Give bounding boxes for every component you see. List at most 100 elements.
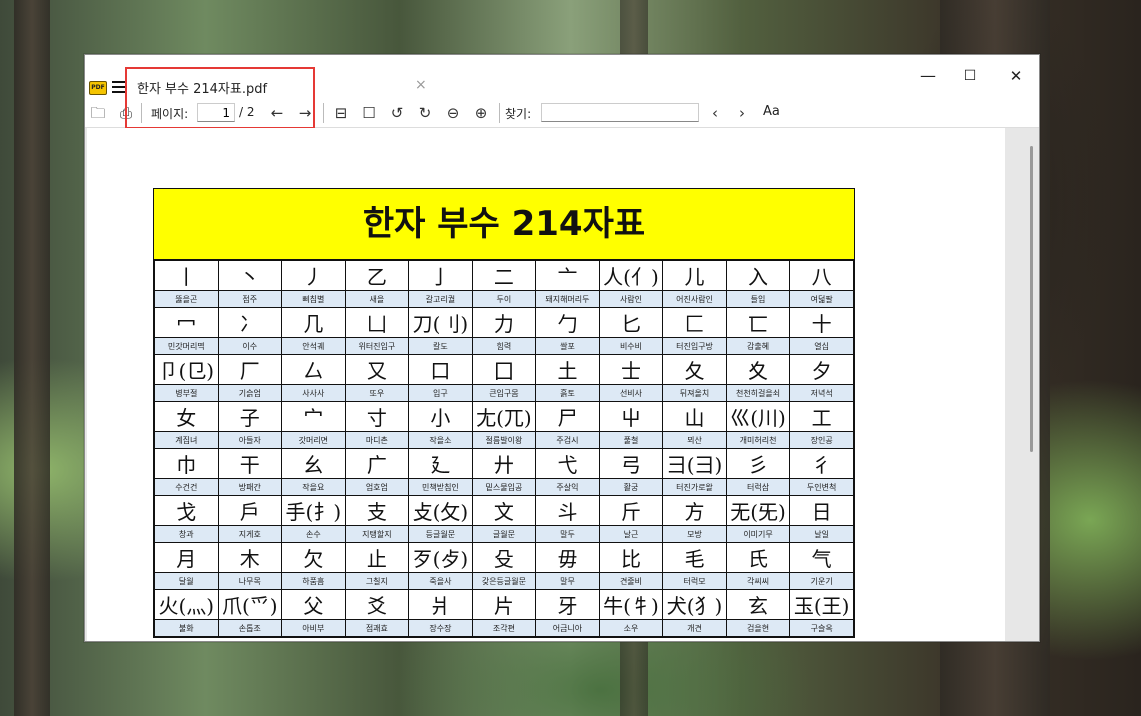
radical-name: 돼지해머리두: [535, 290, 600, 308]
fit-width-icon[interactable]: ⊟: [331, 103, 351, 123]
radical-char: 屮: [598, 401, 664, 432]
radical-name: 밑스물입공: [471, 478, 537, 496]
radical-char-row: 冖冫几凵刀(刂) 力勹匕匚匸十: [154, 307, 854, 338]
zoom-in-icon[interactable]: ⊕: [471, 103, 491, 123]
next-page-arrow-icon[interactable]: →: [295, 103, 315, 123]
app-pdf-icon: PDF: [89, 81, 107, 95]
radical-char: 戶: [217, 495, 283, 526]
radical-name: 터진가로왈: [662, 478, 727, 496]
radical-name-row: 계집녀 아들자 갓머리면 마디촌 작을소 절름발이왕 주검시 풀철 뫼산 개미허리천 장인공: [154, 431, 854, 449]
radical-char: 殳: [471, 542, 537, 573]
radical-name: 작을요: [281, 478, 346, 496]
radical-char: 斤: [598, 495, 664, 526]
radical-name: 개견: [662, 619, 727, 637]
radical-char: 寸: [344, 401, 410, 432]
radical-char: 攴(攵): [408, 495, 473, 526]
radical-name: 점주: [217, 290, 283, 308]
radical-name: 갈고리궐: [408, 290, 473, 308]
tab-title: 한자 부수 214자표.pdf: [137, 82, 268, 97]
radical-name: 갖은등글월문: [471, 572, 537, 590]
radical-name: 민갓머리멱: [154, 337, 219, 355]
radical-name-row: 뚫을곤 점주 삐침별 새을 갈고리궐 두이 돼지해머리두 사람인 어진사람인 들입 여덟팔: [154, 290, 854, 308]
pdf-page: 한자 부수 214자표 丨丶丿乙亅二亠人(亻) 儿入八 뚫을곤 점주 삐침별 새을 갈고리궐…: [87, 128, 1005, 641]
radical-char: 儿: [662, 260, 727, 291]
open-folder-icon[interactable]: 🗀: [88, 103, 108, 123]
document-tab[interactable]: 한자 부수 214자표.pdf ×: [127, 67, 437, 97]
radical-char: 亅: [408, 260, 473, 291]
radical-char: 匸: [725, 307, 791, 338]
radical-name: 장인공: [789, 431, 854, 449]
radical-char: 廴: [408, 448, 473, 479]
radical-name-row: 달월 나무목 하품흠 그칠지 죽을사 갖은등글월문 말무 견줄비 터럭모 각씨씨 기운기: [154, 572, 854, 590]
radical-name: 열십: [789, 337, 854, 355]
radical-name: 소우: [598, 619, 664, 637]
radical-name: 뒤져올치: [662, 384, 727, 402]
document-viewport[interactable]: 한자 부수 214자표 丨丶丿乙亅二亠人(亻) 儿入八 뚫을곤 점주 삐침별 새을 갈고리궐…: [85, 128, 1039, 641]
maximize-button[interactable]: ☐: [955, 65, 985, 87]
radical-char: 力: [471, 307, 537, 338]
radical-name: 엄호엄: [344, 478, 410, 496]
page-number-input[interactable]: [197, 103, 235, 122]
radical-name: 각씨씨: [725, 572, 791, 590]
close-button[interactable]: ✕: [1001, 65, 1031, 87]
radical-char-row: 巾干幺广廴廾弋弓彐(⺕) 彡彳: [154, 448, 854, 479]
radical-char: 厶: [281, 354, 346, 385]
radical-char: 勹: [535, 307, 600, 338]
find-previous-chevron-icon[interactable]: ‹: [705, 103, 725, 123]
previous-page-arrow-icon[interactable]: ←: [267, 103, 287, 123]
zoom-out-icon[interactable]: ⊖: [443, 103, 463, 123]
radical-name: 말무: [535, 572, 600, 590]
radical-char: 亠: [535, 260, 600, 291]
radical-char: 爻: [344, 589, 410, 620]
radical-char: 丶: [217, 260, 283, 291]
radical-char: 凵: [344, 307, 410, 338]
radical-char: 无(旡): [725, 495, 791, 526]
find-input[interactable]: [541, 103, 699, 122]
radical-name: 병부절: [154, 384, 219, 402]
toolbar: 🗀 ⎙ 페이지: / 2 ← → ⊟ ☐ ↺ ↻ ⊖ ⊕ 찾기: ‹ › Aa: [85, 99, 1039, 128]
radical-char: 干: [217, 448, 283, 479]
radical-name: 창과: [154, 525, 219, 543]
radical-char: 工: [789, 401, 854, 432]
radical-name: 불화: [154, 619, 219, 637]
hamburger-menu-icon[interactable]: [112, 81, 125, 93]
radical-char: 土: [535, 354, 600, 385]
minimize-button[interactable]: —: [913, 65, 943, 87]
match-case-toggle[interactable]: Aa: [763, 104, 780, 119]
pdf-viewer-window: PDF 한자 부수 214자표.pdf × — ☐ ✕ 🗀 ⎙ 페이지: / 2…: [84, 54, 1040, 642]
radical-name: 구슬옥: [789, 619, 854, 637]
radical-char: 氏: [725, 542, 791, 573]
radical-table: 丨丶丿乙亅二亠人(亻) 儿入八 뚫을곤 점주 삐침별 새을 갈고리궐 두이 돼지해머리두 사람인 어…: [154, 260, 854, 637]
find-next-chevron-icon[interactable]: ›: [732, 103, 752, 123]
radical-name: 들입: [725, 290, 791, 308]
background-tree-trunk: [14, 0, 50, 716]
radical-name: 방패간: [217, 478, 283, 496]
radical-char: 子: [217, 401, 283, 432]
radical-char: 爿: [408, 589, 473, 620]
radical-name: 손수: [281, 525, 346, 543]
radical-char: 小: [408, 401, 473, 432]
radical-char: 士: [598, 354, 664, 385]
radical-name: 아들자: [217, 431, 283, 449]
radical-char: 爪(爫): [217, 589, 283, 620]
radical-name: 수건건: [154, 478, 219, 496]
radical-name: 이수: [217, 337, 283, 355]
radical-name: 힘력: [471, 337, 537, 355]
radical-char: 尢(兀): [471, 401, 537, 432]
radical-name: 그칠지: [344, 572, 410, 590]
radical-char: 尸: [535, 401, 600, 432]
print-icon[interactable]: ⎙: [116, 103, 136, 123]
rotate-left-icon[interactable]: ↺: [387, 103, 407, 123]
radical-char: 又: [344, 354, 410, 385]
radical-name: 뚫을곤: [154, 290, 219, 308]
radical-char: 入: [725, 260, 791, 291]
vertical-scrollbar[interactable]: [1030, 146, 1033, 452]
radical-name: 견줄비: [598, 572, 664, 590]
rotate-right-icon[interactable]: ↻: [415, 103, 435, 123]
radical-name: 아비부: [281, 619, 346, 637]
radical-char-row: 丨丶丿乙亅二亠人(亻) 儿入八: [154, 260, 854, 291]
radical-name-row: 민갓머리멱 이수 안석궤 위터진입구 칼도 힘력 쌀포 비수비 터진입구방 감출혜 열십: [154, 337, 854, 355]
tab-close-icon[interactable]: ×: [415, 77, 427, 93]
radical-table-document: 한자 부수 214자표 丨丶丿乙亅二亠人(亻) 儿入八 뚫을곤 점주 삐침별 새을 갈고리궐…: [153, 188, 855, 638]
fit-page-icon[interactable]: ☐: [359, 103, 379, 123]
